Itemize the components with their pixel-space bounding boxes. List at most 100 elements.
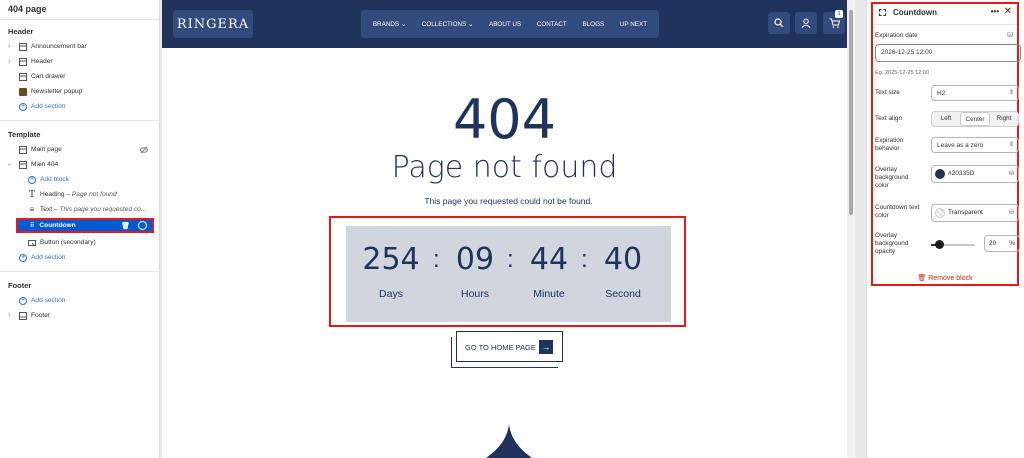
account-icon[interactable]: [795, 12, 817, 34]
align-right-option[interactable]: Right: [990, 112, 1018, 126]
chevron-right-icon[interactable]: ›: [8, 58, 10, 65]
block-settings-panel: Countdown ••• ✕ Expiration date ⛁ 2026-1…: [866, 0, 1024, 458]
color-swatch: [935, 169, 945, 179]
overlay-opacity-input[interactable]: 20 %: [984, 235, 1020, 252]
go-home-button[interactable]: GO TO HOME PAGE →: [451, 331, 563, 368]
chevron-down-icon: ⌄: [400, 20, 407, 28]
drag-handle-icon[interactable]: ⠿: [30, 222, 34, 229]
go-home-label: GO TO HOME PAGE: [465, 343, 536, 352]
select-value: H2: [937, 90, 946, 97]
section-icon: [19, 145, 27, 154]
chevron-right-icon[interactable]: ›: [8, 43, 10, 50]
countdown-block-highlight[interactable]: 254 : 09 : 44 : 40 Days Hours Minute Sec…: [329, 216, 686, 327]
sidebar-item-label: Cart drawer: [31, 73, 66, 80]
close-icon[interactable]: ✕: [1004, 6, 1012, 17]
trash-icon[interactable]: 🗑: [121, 222, 130, 230]
remove-block-label: Remove block: [928, 275, 973, 282]
more-options-icon[interactable]: •••: [991, 7, 999, 16]
color-value: #20335D: [948, 170, 975, 177]
sidebar-item-label: Header: [31, 58, 53, 65]
block-item-label: Countdown: [39, 222, 76, 229]
menu-item-contact[interactable]: CONTACT: [537, 21, 567, 28]
store-logo[interactable]: RINGERA: [173, 10, 253, 38]
menu-item-brands[interactable]: BRANDS ⌄: [373, 21, 406, 28]
button-icon: [28, 239, 36, 247]
slider-handle[interactable]: [935, 240, 945, 249]
preview-scrollbar[interactable]: [847, 0, 855, 458]
sidebar-item-main-404[interactable]: › Main 404: [0, 157, 159, 172]
section-icon: [19, 57, 27, 66]
sidebar-item-header[interactable]: › Header: [0, 54, 159, 69]
sidebar-item-cart-drawer[interactable]: Cart drawer: [0, 69, 159, 84]
block-name: Text: [40, 206, 53, 213]
chevron-right-icon[interactable]: ›: [8, 312, 10, 319]
block-item-button[interactable]: Button (secondary): [0, 235, 159, 250]
error-heading: Page not found: [391, 150, 618, 185]
add-section-button[interactable]: + Add section: [0, 250, 159, 265]
store-preview: RINGERA BRANDS ⌄ COLLECTIONS ⌄ ABOUT US …: [162, 0, 855, 458]
page-title: 404 page: [0, 0, 159, 20]
add-section-button[interactable]: + Add section: [0, 293, 159, 308]
add-section-button[interactable]: + Add section: [0, 99, 159, 114]
search-icon[interactable]: [768, 12, 790, 34]
cart-icon[interactable]: 1: [823, 10, 845, 34]
countdown-hours: 09: [455, 242, 495, 277]
settings-title: Countdown: [893, 8, 937, 17]
block-item-label: Text – This page you requested co...: [40, 206, 147, 213]
scrollbar-thumb[interactable]: [849, 10, 853, 215]
section-icon: [19, 160, 27, 169]
block-item-countdown-selected[interactable]: ⠿ Countdown 🗑: [16, 218, 154, 233]
dynamic-source-icon[interactable]: ⛁: [1009, 170, 1014, 177]
label-line: opacity: [875, 248, 896, 255]
sidebar-item-newsletter-popup[interactable]: Newsletter popup: [0, 84, 159, 99]
sidebar-item-main-page[interactable]: Main page: [0, 142, 159, 157]
block-value: Page not found: [71, 191, 117, 198]
eye-hidden-icon[interactable]: [140, 146, 148, 154]
menu-item-up-next[interactable]: UP NEXT: [620, 21, 647, 28]
label-line: Overlay: [875, 166, 898, 173]
sidebar-item-label: Newsletter popup: [31, 88, 83, 95]
template-group-title: Template: [8, 130, 41, 139]
text-align-segmented-control: Left Center Right: [931, 111, 1019, 127]
overlay-opacity-slider[interactable]: [931, 240, 975, 249]
app-block-icon: [19, 87, 27, 96]
divider: [0, 271, 159, 272]
block-item-heading[interactable]: T Heading – Page not found: [0, 187, 159, 202]
text-lines-icon: ≡: [29, 205, 35, 214]
expiration-date-input[interactable]: 2026-12-25 12:00: [875, 44, 1021, 62]
label-line: background: [875, 240, 909, 247]
error-text: This page you requested could not be fou…: [424, 196, 593, 206]
remove-block-button[interactable]: 🗑 Remove block: [873, 274, 1017, 282]
section-icon: [19, 42, 27, 51]
countdown-seconds: 40: [603, 242, 643, 277]
text-size-select[interactable]: H2 ⇕: [931, 85, 1019, 101]
add-block-button[interactable]: + Add block: [0, 172, 159, 187]
chevron-down-icon[interactable]: ›: [6, 163, 13, 165]
countdown-text-color-picker[interactable]: Transparent ⛁: [931, 204, 1019, 222]
eye-icon[interactable]: [138, 221, 147, 230]
align-left-option[interactable]: Left: [932, 112, 960, 126]
countdown-seconds-label: Second: [605, 288, 641, 300]
menu-item-about-us[interactable]: ABOUT US: [489, 21, 521, 28]
dynamic-source-icon[interactable]: ⛁: [1007, 31, 1013, 39]
align-center-option[interactable]: Center: [960, 112, 990, 126]
block-item-text[interactable]: ≡ Text – This page you requested co...: [0, 202, 159, 217]
overlay-bg-color-picker[interactable]: #20335D ⛁: [931, 165, 1019, 183]
sidebar-item-announcement-bar[interactable]: › Announcement bar: [0, 39, 159, 54]
menu-item-collections[interactable]: COLLECTIONS ⌄: [422, 21, 473, 28]
countdown-separator: :: [433, 246, 440, 273]
cart-count-badge: 1: [835, 10, 843, 18]
countdown-timer: 254 : 09 : 44 : 40 Days Hours Minute Sec…: [346, 226, 671, 322]
divider: [0, 120, 159, 121]
section-icon: [19, 72, 27, 81]
block-value: This page you requested co...: [59, 206, 147, 213]
label-line: Countdown text: [875, 204, 920, 211]
block-icon: [879, 9, 886, 16]
block-item-label: Button (secondary): [40, 239, 96, 246]
label-line: color: [875, 182, 889, 189]
sidebar-item-footer[interactable]: › Footer: [0, 308, 159, 323]
expiration-behavior-select[interactable]: Leave as a zero ⇕: [931, 137, 1019, 153]
store-header: RINGERA BRANDS ⌄ COLLECTIONS ⌄ ABOUT US …: [162, 0, 855, 48]
menu-item-blogs[interactable]: BLOGS: [582, 21, 604, 28]
dynamic-source-icon[interactable]: ⛁: [1009, 209, 1014, 216]
